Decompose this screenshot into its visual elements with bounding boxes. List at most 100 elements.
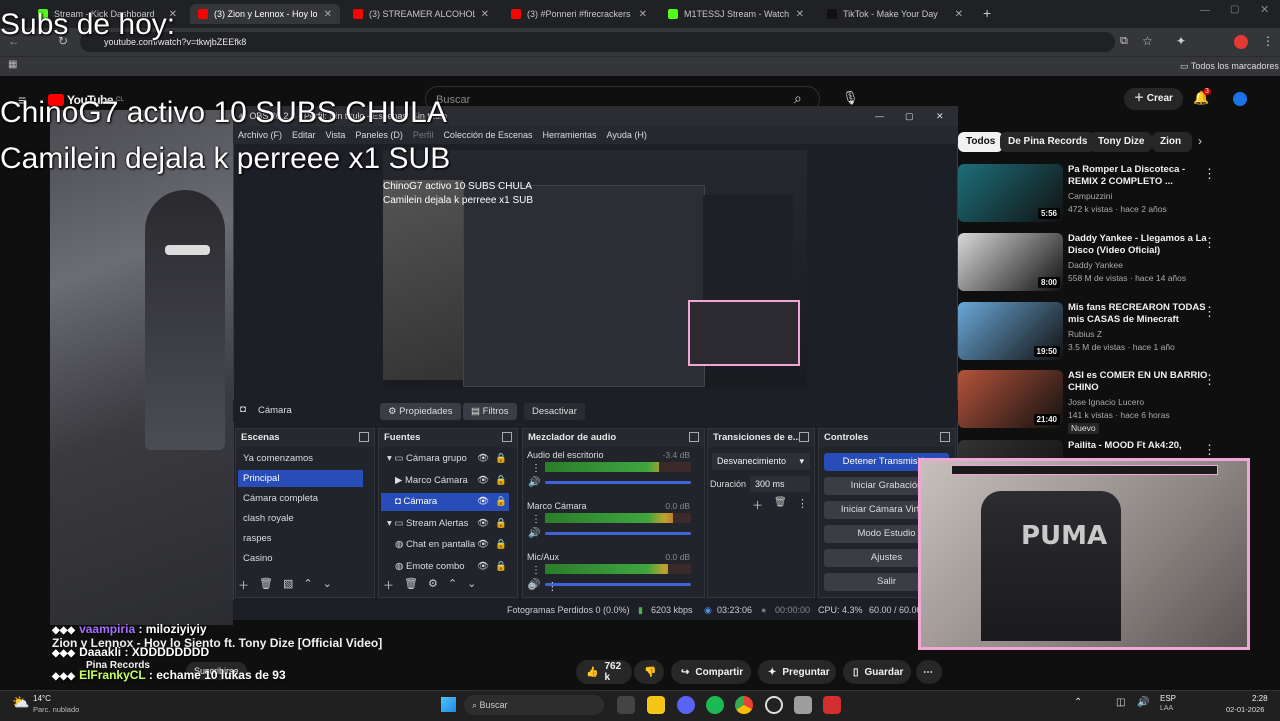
source-item[interactable]: ◍ Chat en pantalla 👁 🔒 [381,536,509,554]
dock-undock-icon[interactable] [359,432,369,442]
volume-slider[interactable] [545,583,691,586]
more-options-icon[interactable]: ⋮ [1203,304,1216,320]
volume-slider[interactable] [545,532,691,535]
transition-menu-icon[interactable]: ⋮ [797,497,808,510]
obs-menu-item[interactable]: Editar [292,130,316,140]
source-item[interactable]: ◍ Emote combo 👁 🔒 [381,558,509,576]
deactivate-button[interactable]: Desactivar [524,403,585,420]
visibility-eye-icon[interactable]: 👁 [477,493,489,511]
visibility-eye-icon[interactable]: 👁 [477,450,489,468]
lock-icon[interactable]: 🔒 [495,536,507,554]
add-transition-icon[interactable]: ＋ [752,497,763,513]
video-channel[interactable]: Rubius Z [1068,329,1102,340]
obs-menu-item[interactable]: Perfil [413,130,434,140]
video-title[interactable]: Pailita - MOOD Ft Ak4:20, [1068,440,1208,452]
new-tab-icon[interactable]: + [983,5,991,21]
add-scene-icon[interactable]: ＋ [238,577,249,593]
dock-undock-icon[interactable] [940,432,950,442]
obs-maximize-icon[interactable]: ▢ [905,106,914,126]
mixer-menu-icon[interactable]: ⋮ [547,580,558,593]
account-avatar[interactable] [1233,92,1247,106]
clock-time[interactable]: 2:28 [1252,694,1268,703]
close-tab-icon[interactable]: ✕ [796,9,804,20]
mixer-menu-icon[interactable]: ⋮ [531,565,541,576]
minimize-window-icon[interactable]: — [1200,5,1210,16]
obs-menu-item[interactable]: Colección de Escenas [443,130,532,140]
move-down-icon[interactable]: ⌄ [467,577,476,593]
weather-icon[interactable]: ⛅ [12,694,29,711]
network-icon[interactable]: ◫ [1116,697,1125,708]
bookmark-star-icon[interactable]: ☆ [1142,34,1153,48]
address-bar[interactable]: youtube.com/watch?v=tkwjbZEEfk8 [80,32,1115,52]
microphone-icon[interactable]: 🎙 [842,90,859,106]
language-indicator[interactable]: ESP [1160,694,1176,703]
browser-tab[interactable]: (3) Zion y Lennox - Hoy lo Siento ✕ [190,4,340,24]
mixer-menu-icon[interactable]: ⋮ [531,514,541,525]
spotify-icon[interactable] [706,696,724,714]
dock-undock-icon[interactable] [689,432,699,442]
lock-icon[interactable]: 🔒 [495,558,507,576]
volume-slider[interactable] [545,481,691,484]
browser-tab[interactable]: TikTok - Make Your Day ✕ [819,4,971,24]
scene-filters-icon[interactable]: ▧ [283,577,293,593]
dislike-button[interactable]: 👎 [634,660,664,684]
apps-grid-icon[interactable]: ▦ [8,59,17,70]
maximize-window-icon[interactable]: ▢ [1230,4,1239,15]
obs-minimize-icon[interactable]: — [875,106,884,126]
lock-icon[interactable]: 🔒 [495,493,507,511]
video-title[interactable]: Mis fans RECREARON TODAS mis CASAS de Mi… [1068,302,1208,326]
visibility-eye-icon[interactable]: 👁 [477,558,489,576]
file-explorer-icon[interactable] [647,696,665,714]
video-channel[interactable]: Campuzzini [1068,191,1112,202]
mixer-settings-icon[interactable]: ⚙ [527,580,537,593]
close-window-icon[interactable]: ✕ [1260,3,1269,16]
video-title[interactable]: Pa Romper La Discoteca - REMIX 2 COMPLET… [1068,164,1208,188]
scene-item[interactable]: clash royale [238,510,363,527]
recommended-video[interactable]: 21:40 ASI es COMER EN UN BARRIO CHINO Jose… [958,370,1228,434]
all-bookmarks-link[interactable]: ▭ Todos los marcadores [1180,61,1279,72]
save-button[interactable]: ▯ Guardar [843,660,911,684]
transition-select[interactable]: Desvanecimiento ▾ [712,453,810,470]
scene-item[interactable]: raspes [238,530,363,547]
browser-tab[interactable]: M1TESSJ Stream - Watch Live o ✕ [660,4,812,24]
profile-avatar[interactable] [1234,35,1248,49]
move-up-icon[interactable]: ⌃ [448,577,457,593]
video-title[interactable]: Daddy Yankee - Llegamos a La Disco (Vide… [1068,233,1208,257]
obs-close-icon[interactable]: ✕ [936,106,944,126]
source-item[interactable]: ▶ Marco Cámara 👁 🔒 [381,472,509,490]
browser-tab[interactable]: (3) #Ponneri #firecrackers #fire ✕ [503,4,655,24]
search-icon[interactable]: ⌕ [794,90,802,107]
filter-chip[interactable]: Zion & [1152,132,1192,152]
source-item[interactable]: ▾ ▭ Cámara grupo 👁 🔒 [381,450,509,468]
record-app-icon[interactable] [823,696,841,714]
obs-menu-item[interactable]: Ayuda (H) [607,130,647,140]
start-windows-icon[interactable] [441,697,456,712]
speaker-icon[interactable]: 🔊 [528,477,540,488]
extensions-icon[interactable]: ✦ [1176,34,1186,48]
scene-item[interactable]: Ya comenzamos [238,450,363,467]
discord-icon[interactable] [677,696,695,714]
menu-dots-icon[interactable]: ⋮ [1262,34,1274,48]
visibility-eye-icon[interactable]: 👁 [477,515,489,533]
visibility-eye-icon[interactable]: 👁 [477,472,489,490]
move-up-icon[interactable]: ⌃ [303,577,312,593]
filters-button[interactable]: ▤ Filtros [463,403,517,420]
speaker-icon[interactable]: 🔊 [528,528,540,539]
obs-menu-item[interactable]: Archivo (F) [238,130,282,140]
tray-expand-icon[interactable]: ⌃ [1074,697,1082,708]
source-settings-icon[interactable]: ⚙ [428,577,438,593]
more-options-icon[interactable]: ⋮ [1203,235,1216,251]
video-thumbnail[interactable]: 21:40 [958,370,1063,428]
add-source-icon[interactable]: ＋ [383,577,394,593]
scene-item[interactable]: Cámara completa [238,490,363,507]
remove-source-icon[interactable]: 🗑 [404,577,418,593]
lock-icon[interactable]: 🔒 [495,472,507,490]
visibility-eye-icon[interactable]: 👁 [477,536,489,554]
remove-scene-icon[interactable]: 🗑 [259,577,273,593]
close-tab-icon[interactable]: ✕ [639,9,647,20]
share-button[interactable]: ↪ Compartir [671,660,751,684]
recommended-video[interactable]: 19:50 Mis fans RECREARON TODAS mis CASAS … [958,302,1228,364]
close-tab-icon[interactable]: ✕ [955,9,963,20]
create-button[interactable]: ＋ Crear [1124,88,1183,110]
lock-icon[interactable]: 🔒 [495,450,507,468]
